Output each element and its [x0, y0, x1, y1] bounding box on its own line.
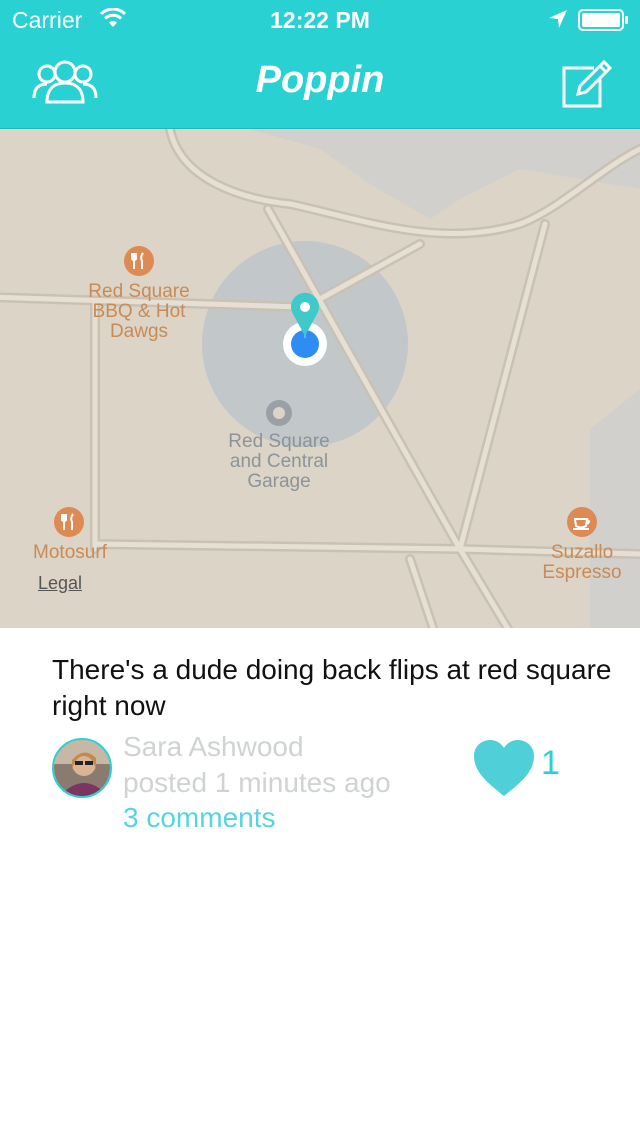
avatar[interactable] [52, 738, 112, 798]
avatar-photo [54, 740, 110, 796]
heart-icon [474, 740, 534, 796]
compose-button[interactable] [558, 56, 614, 112]
comments-link[interactable]: 3 comments [123, 802, 276, 834]
nav-bar: Poppin [0, 40, 640, 129]
like-count: 1 [541, 744, 560, 782]
author-name[interactable]: Sara Ashwood [123, 731, 304, 763]
poi-label-motosurf[interactable]: Motosurf [20, 543, 120, 563]
legal-link[interactable]: Legal [38, 573, 82, 594]
restaurant-icon[interactable] [53, 506, 85, 538]
post-timestamp: posted 1 minutes ago [123, 767, 391, 798]
location-arrow-icon [548, 9, 568, 34]
compose-icon [562, 59, 613, 108]
like-button[interactable] [472, 738, 536, 798]
parking-icon[interactable] [265, 399, 293, 427]
poi-label-suzallo[interactable]: Suzallo Espresso [528, 543, 636, 583]
coffee-icon[interactable] [566, 506, 598, 538]
map-view[interactable]: Red Square BBQ & Hot Dawgs Red Square an… [0, 129, 640, 628]
restaurant-icon[interactable] [123, 245, 155, 277]
poi-label-bbq[interactable]: Red Square BBQ & Hot Dawgs [70, 282, 208, 342]
map-pin-icon[interactable] [289, 292, 321, 342]
app-title: Poppin [255, 59, 385, 101]
battery-icon [578, 9, 630, 36]
status-bar: Carrier 12:22 PM [0, 0, 640, 40]
post-text: There's a dude doing back flips at red s… [52, 654, 612, 721]
clock: 12:22 PM [270, 7, 370, 33]
poi-label-garage[interactable]: Red Square and Central Garage [209, 432, 349, 492]
